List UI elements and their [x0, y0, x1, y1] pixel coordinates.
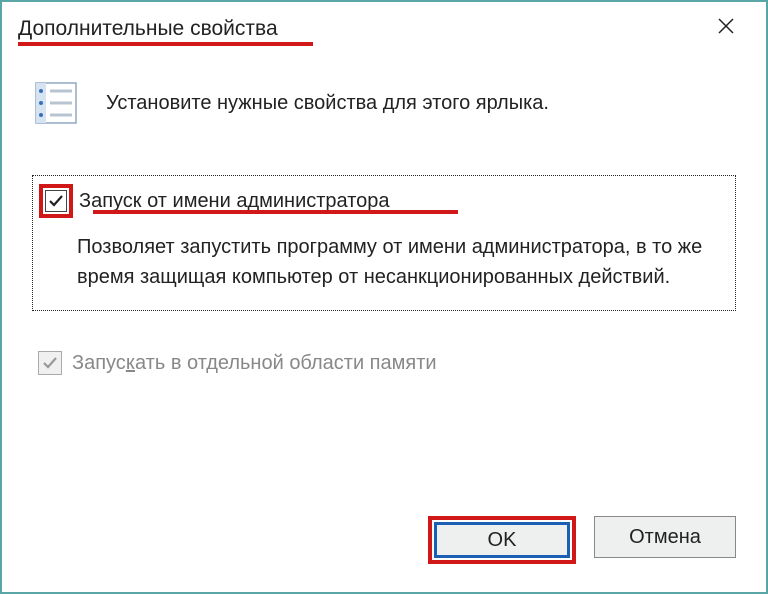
separate-memory-checkbox — [38, 351, 62, 375]
cancel-button[interactable]: Отмена — [594, 516, 736, 558]
admin-label-highlight — [93, 210, 458, 214]
instruction-text: Установите нужные свойства для этого ярл… — [106, 92, 549, 115]
run-as-admin-checkbox[interactable] — [45, 190, 67, 212]
ok-button-highlight: OK — [428, 516, 576, 564]
ok-button[interactable]: OK — [434, 522, 570, 558]
admin-option-group: Запуск от имени администратора Позволяет… — [32, 175, 736, 311]
separate-memory-row: Запускать в отдельной области памяти — [38, 351, 736, 375]
separate-memory-label: Запускать в отдельной области памяти — [72, 352, 437, 375]
button-row: OK Отмена — [428, 516, 736, 564]
close-button[interactable] — [706, 12, 746, 45]
title-highlight — [18, 42, 313, 46]
content-area: Установите нужные свойства для этого ярл… — [2, 49, 766, 375]
window-title: Дополнительные свойства — [18, 17, 278, 41]
dialog-window: Дополнительные свойства Установите нужны… — [0, 0, 768, 594]
header-row: Установите нужные свойства для этого ярл… — [32, 79, 736, 127]
properties-icon — [32, 79, 80, 127]
check-icon — [41, 354, 59, 372]
check-icon — [47, 192, 65, 210]
admin-checkbox-highlight — [39, 184, 73, 218]
close-icon — [716, 16, 736, 36]
run-as-admin-description: Позволяет запустить программу от имени а… — [77, 232, 721, 292]
